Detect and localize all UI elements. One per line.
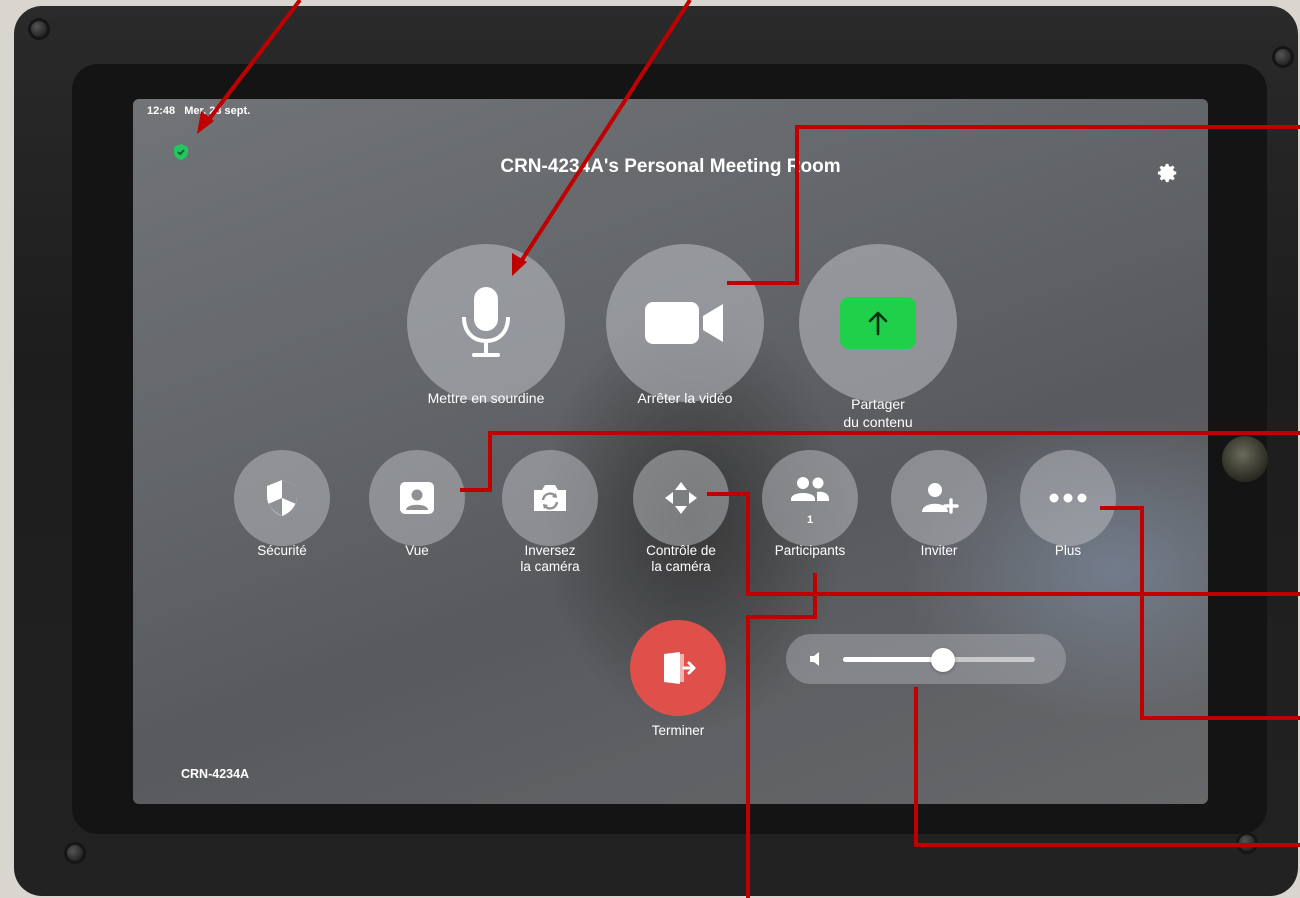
more-button[interactable] bbox=[1020, 450, 1116, 546]
stop-video-label: Arrêter la vidéo bbox=[637, 390, 733, 406]
invite-user-icon bbox=[922, 483, 959, 514]
status-bar: 12:48 Mer. 28 sept. bbox=[147, 105, 250, 117]
participant-count: 1 bbox=[806, 514, 814, 526]
zoom-rooms-screen: 12:48 Mer. 28 sept. CRN-4234A's Personal… bbox=[133, 99, 1208, 804]
volume-track[interactable] bbox=[843, 648, 1035, 672]
volume-slider[interactable] bbox=[786, 634, 1066, 684]
participants-icon bbox=[791, 477, 829, 501]
participants-button[interactable]: 1 bbox=[762, 450, 858, 546]
share-screen-tile bbox=[840, 297, 916, 349]
security-label: Sécurité bbox=[257, 543, 307, 558]
more-dots-icon bbox=[1049, 493, 1087, 503]
microphone-icon bbox=[462, 287, 510, 357]
stop-video-button[interactable] bbox=[606, 244, 764, 402]
flip-camera-button[interactable] bbox=[502, 450, 598, 546]
user-view-icon bbox=[400, 482, 434, 514]
share-content-button[interactable] bbox=[799, 244, 957, 402]
device-name: CRN-4234A bbox=[181, 767, 250, 781]
view-button[interactable] bbox=[369, 450, 465, 546]
status-time: 12:48 bbox=[147, 105, 176, 117]
mute-label: Mettre en sourdine bbox=[427, 390, 545, 406]
meeting-room-title: CRN-4234A's Personal Meeting Room bbox=[500, 156, 841, 177]
mute-button[interactable] bbox=[407, 244, 565, 402]
screw bbox=[28, 18, 50, 40]
view-label: Vue bbox=[405, 543, 429, 558]
share-content-label-text: Partager du contenu bbox=[843, 396, 913, 430]
status-date: Mer. 28 sept. bbox=[184, 105, 251, 117]
share-content-label: Partager du contenu bbox=[778, 395, 978, 431]
volume-thumb[interactable] bbox=[931, 648, 955, 672]
video-camera-icon bbox=[645, 302, 723, 344]
participants-label: Participants bbox=[774, 543, 846, 558]
screw bbox=[64, 842, 86, 864]
camera-control-label: Contrôle de la caméra bbox=[646, 543, 716, 574]
invite-label: Inviter bbox=[920, 543, 958, 558]
end-meeting-button[interactable] bbox=[630, 620, 726, 716]
speaker-icon bbox=[810, 652, 819, 666]
more-label: Plus bbox=[1054, 543, 1082, 558]
security-button[interactable] bbox=[234, 450, 330, 546]
home-button bbox=[1222, 436, 1268, 482]
camera-control-arrows-icon bbox=[665, 482, 697, 514]
camera-control-button[interactable] bbox=[633, 450, 729, 546]
leave-meeting-icon bbox=[664, 652, 696, 684]
share-arrow-icon bbox=[868, 311, 888, 336]
invite-button[interactable] bbox=[891, 450, 987, 546]
screw bbox=[1272, 46, 1294, 68]
security-shield-icon bbox=[267, 480, 297, 516]
flip-camera-label: Inversez la caméra bbox=[520, 543, 580, 574]
settings-gear-icon[interactable] bbox=[1157, 162, 1179, 184]
camera-flip-icon bbox=[534, 485, 566, 511]
end-meeting-label: Terminer bbox=[651, 723, 705, 738]
screw bbox=[1236, 832, 1258, 854]
volume-fill bbox=[843, 657, 943, 662]
